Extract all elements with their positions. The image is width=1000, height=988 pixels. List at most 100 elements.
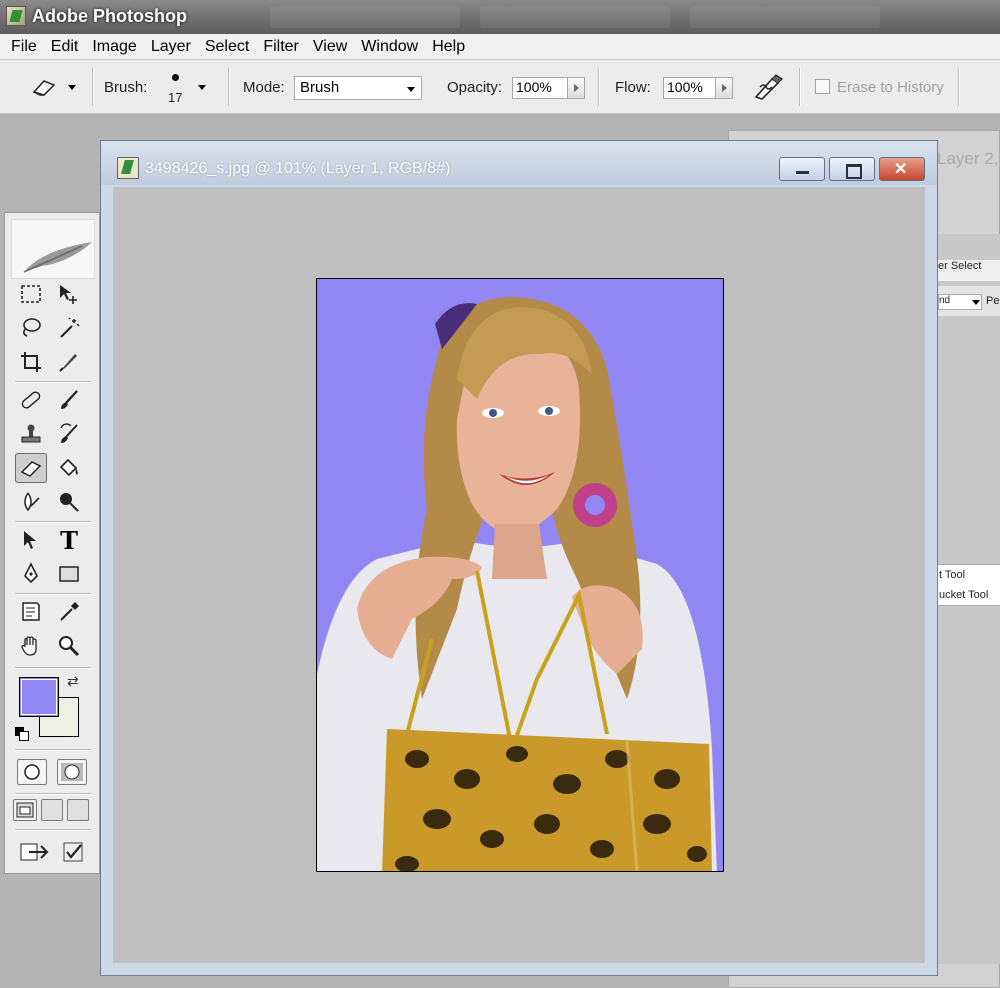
jump-to-icon	[20, 843, 49, 861]
slice-tool[interactable]	[53, 347, 85, 377]
screen-mode-standard[interactable]	[13, 799, 37, 821]
menu-image[interactable]: Image	[85, 35, 143, 59]
checkmark-tool[interactable]	[57, 837, 89, 867]
move-tool-icon	[60, 285, 77, 304]
paint-bucket-tool[interactable]	[53, 453, 85, 483]
chevron-down-icon	[972, 300, 980, 305]
menu-edit[interactable]: Edit	[44, 35, 86, 59]
opacity-slider-toggle[interactable]	[567, 77, 585, 99]
tool-preset-picker[interactable]	[30, 60, 76, 114]
menu-file[interactable]: File	[4, 35, 44, 59]
menu-select[interactable]: Select	[198, 35, 256, 59]
move-tool[interactable]	[53, 279, 85, 309]
default-colors-icon[interactable]	[15, 727, 29, 741]
erase-to-history-checkbox[interactable]	[815, 79, 830, 94]
dodge-tool-icon	[60, 493, 79, 512]
minimize-button[interactable]	[779, 157, 825, 181]
taskbar-ghost-tab	[690, 6, 880, 28]
notes-tool[interactable]	[15, 597, 47, 627]
swap-colors-icon[interactable]: ⇄	[67, 673, 79, 690]
mode-label: Mode:	[243, 78, 285, 96]
zoom-tool-icon	[59, 636, 80, 657]
screen-mode-full[interactable]	[67, 799, 89, 821]
feather-icon	[23, 242, 92, 273]
clone-stamp-tool[interactable]	[15, 419, 47, 449]
background-window-title: Layer 2,	[937, 149, 999, 168]
canvas-image[interactable]	[316, 278, 724, 872]
flow-label: Flow:	[615, 78, 651, 96]
standard-mode-button[interactable]	[17, 759, 47, 785]
hand-tool[interactable]	[15, 631, 47, 661]
healing-brush-icon	[21, 391, 41, 409]
foreground-color-swatch[interactable]	[19, 677, 59, 717]
brush-picker-arrow[interactable]	[198, 60, 206, 114]
eraser-tool-icon	[20, 461, 42, 477]
quick-mask-icon	[61, 763, 83, 781]
blur-tool[interactable]	[15, 487, 47, 517]
background-tool-list-item[interactable]: t Tool	[939, 565, 1000, 585]
jump-to-imageready[interactable]	[17, 837, 53, 867]
history-brush-tool[interactable]	[53, 419, 85, 449]
document-title: 3498426_s.jpg @ 101% (Layer 1, RGB/8#)	[145, 160, 451, 177]
eyedropper-tool[interactable]	[53, 597, 85, 627]
eyedropper-icon	[60, 602, 79, 621]
magic-wand-tool[interactable]	[53, 313, 85, 343]
notes-tool-icon	[22, 602, 40, 621]
maximize-button[interactable]	[829, 157, 875, 181]
slice-tool-icon	[59, 354, 77, 372]
chevron-down-icon	[407, 87, 415, 92]
dodge-tool[interactable]	[53, 487, 85, 517]
taskbar-ghost-tab	[270, 6, 460, 28]
close-button[interactable]	[879, 157, 925, 181]
opacity-field[interactable]: 100%	[512, 77, 568, 99]
app-titlebar: Adobe Photoshop	[0, 0, 1000, 34]
menu-bar: File Edit Image Layer Select Filter View…	[0, 34, 1000, 60]
brush-tool[interactable]	[53, 385, 85, 415]
rectangle-tool-icon	[59, 566, 79, 582]
history-brush-icon	[60, 423, 78, 443]
type-tool[interactable]: T	[53, 525, 85, 555]
eraser-icon	[32, 80, 56, 96]
pen-tool[interactable]	[15, 559, 47, 589]
background-options-fragment: nd Pe	[936, 286, 1000, 316]
mode-select[interactable]: Brush	[294, 76, 422, 100]
airbrush-toggle[interactable]	[752, 60, 784, 114]
menu-help[interactable]: Help	[425, 35, 472, 59]
document-icon	[117, 157, 139, 179]
flow-slider-toggle[interactable]	[715, 77, 733, 99]
background-tool-list: t Tool ucket Tool	[936, 564, 1000, 606]
flow-field[interactable]: 100%	[663, 77, 719, 99]
eraser-tool[interactable]	[15, 453, 47, 483]
photoshop-app-icon	[6, 6, 26, 26]
rectangle-tool[interactable]	[53, 559, 85, 589]
crop-tool[interactable]	[15, 347, 47, 377]
marquee-tool[interactable]	[15, 279, 47, 309]
background-app-window[interactable]: er Select nd Pe t Tool ucket Tool	[935, 234, 1000, 964]
menu-window[interactable]: Window	[354, 35, 425, 59]
lasso-tool[interactable]	[15, 313, 47, 343]
menu-layer[interactable]: Layer	[144, 35, 198, 59]
app-title: Adobe Photoshop	[32, 6, 187, 26]
brush-size: 17	[168, 90, 183, 105]
background-tool-list-item[interactable]: ucket Tool	[939, 585, 1000, 605]
background-menu-fragment: er Select	[936, 260, 1000, 282]
brush-tip-icon	[172, 74, 179, 81]
quick-mask-button[interactable]	[57, 759, 87, 785]
chevron-down-icon	[68, 84, 76, 90]
document-titlebar[interactable]: 3498426_s.jpg @ 101% (Layer 1, RGB/8#)	[101, 141, 937, 185]
screen-mode-full-menu[interactable]	[41, 799, 63, 821]
opacity-label: Opacity:	[447, 78, 503, 96]
magic-wand-icon	[60, 317, 80, 338]
tool-options-bar: Brush: 17 Mode: Brush Opacity: 100% Flow…	[0, 60, 1000, 114]
erase-to-history-label: Erase to History	[837, 78, 944, 96]
mode-value: Brush	[300, 79, 340, 96]
path-selection-tool[interactable]	[15, 525, 47, 555]
healing-brush-tool[interactable]	[15, 385, 47, 415]
toolbox-header-feather[interactable]	[11, 219, 95, 279]
menu-filter[interactable]: Filter	[256, 35, 306, 59]
hand-tool-icon	[21, 636, 37, 656]
crop-tool-icon	[21, 352, 41, 372]
zoom-tool[interactable]	[53, 631, 85, 661]
menu-view[interactable]: View	[306, 35, 354, 59]
brush-picker[interactable]: 17	[166, 60, 196, 114]
